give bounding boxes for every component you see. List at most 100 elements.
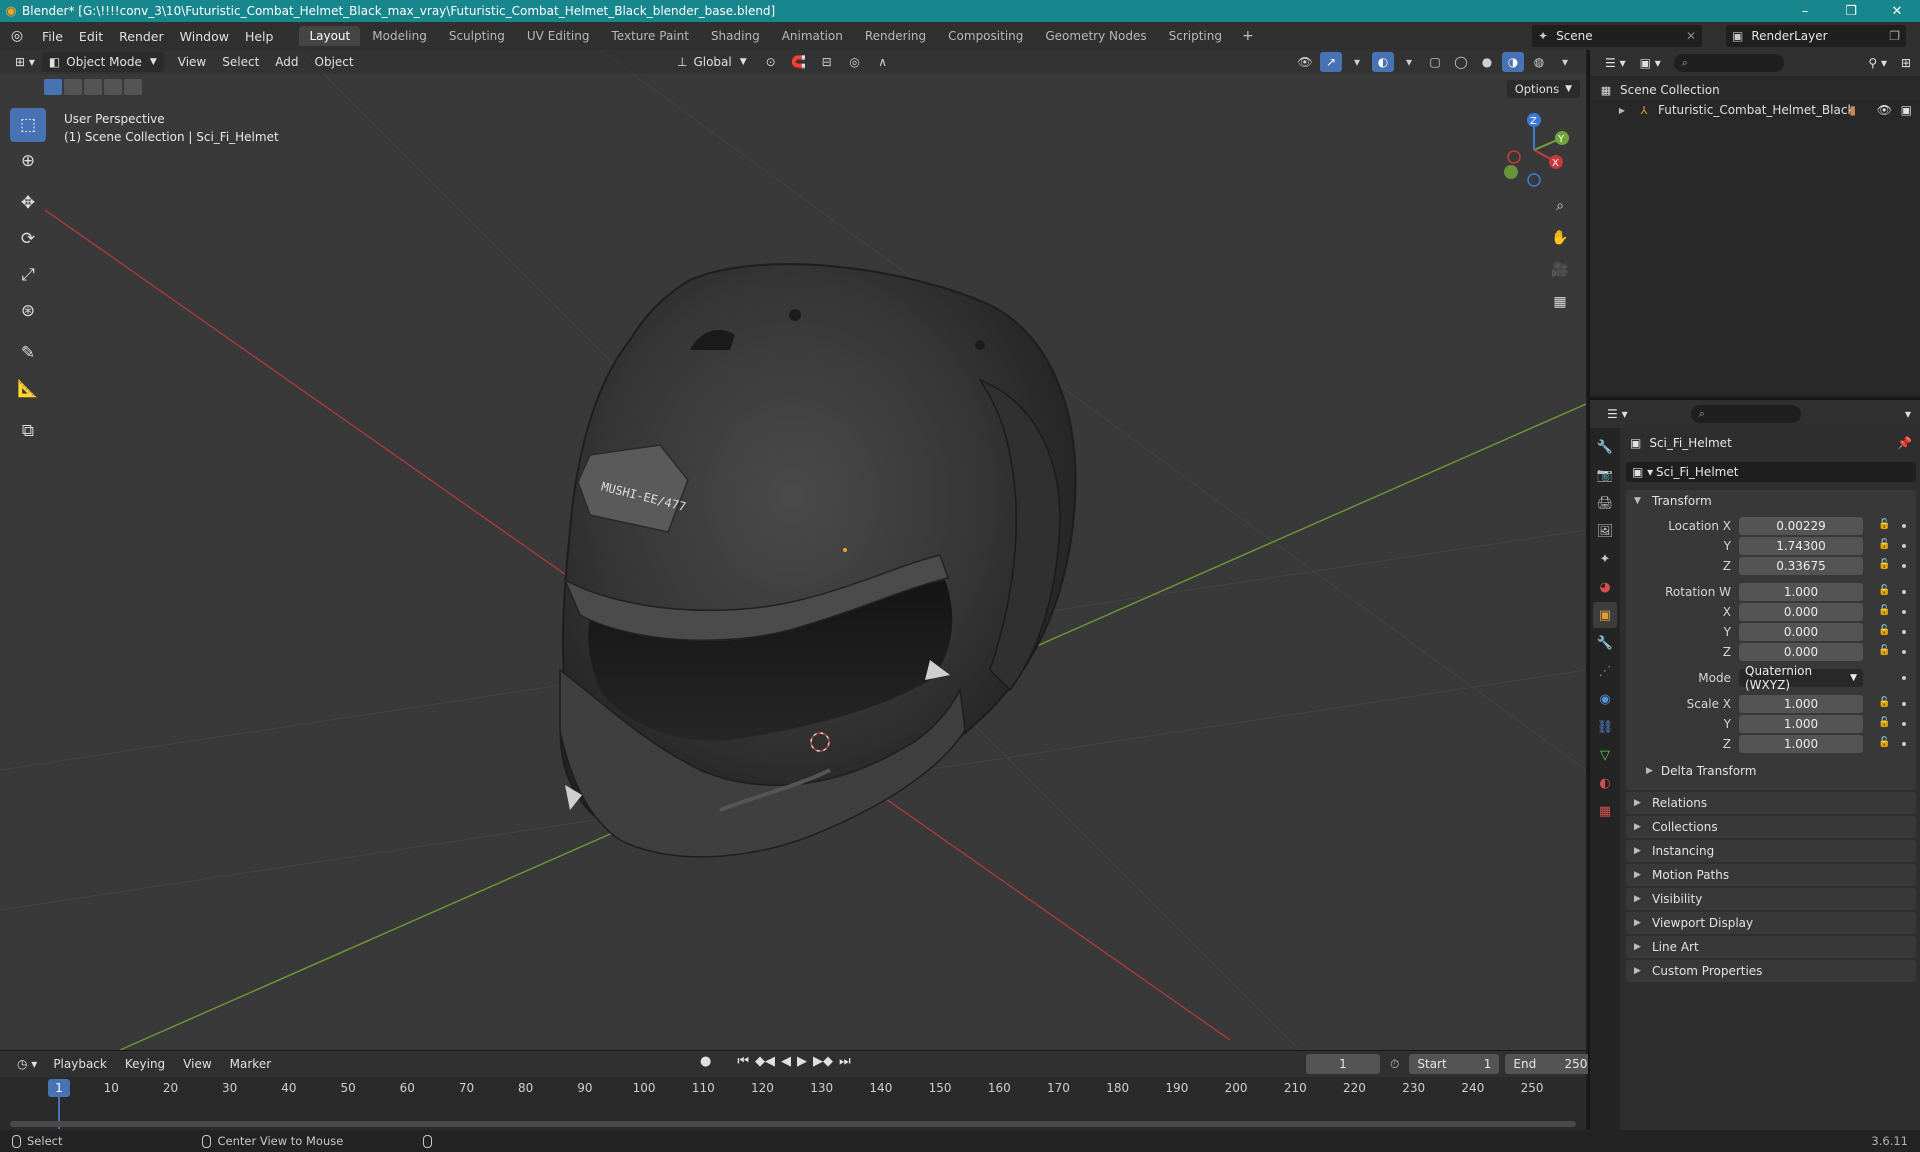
rotation-w-field[interactable]: 1.000 <box>1739 583 1863 601</box>
lock-icon[interactable]: 🔓 <box>1878 697 1890 708</box>
jump-start-icon[interactable]: ⏮ <box>737 1054 749 1069</box>
viewport-menu-add[interactable]: Add <box>267 55 306 69</box>
jump-end-icon[interactable]: ⏭ <box>839 1054 851 1069</box>
lock-icon[interactable]: 🔓 <box>1878 559 1890 570</box>
timeline-scrollbar[interactable] <box>10 1121 1576 1127</box>
outliner-scene-collection[interactable]: ▦ Scene Collection <box>1590 80 1920 100</box>
object-tab-icon[interactable]: ▣ <box>1593 602 1617 628</box>
rotation-z-field[interactable]: 0.000 <box>1739 643 1863 661</box>
timeline-ruler[interactable]: 1 10 20 30 40 50 60 70 80 90 100 110 120 130 140 150 16… <box>0 1077 1586 1099</box>
overlay-dropdown-icon[interactable]: ▾ <box>1398 52 1420 72</box>
rendered-shading-icon[interactable]: ◍ <box>1528 52 1550 72</box>
lock-icon[interactable]: 🔓 <box>1878 625 1890 636</box>
rotation-y-field[interactable]: 0.000 <box>1739 623 1863 641</box>
data-tab-icon[interactable]: ▽ <box>1593 742 1617 768</box>
gizmo-toggle-icon[interactable]: ↗ <box>1320 52 1342 72</box>
keyframe-dot-icon[interactable] <box>1902 722 1906 726</box>
keyframe-dot-icon[interactable] <box>1902 650 1906 654</box>
menu-file[interactable]: File <box>34 22 71 50</box>
filter-icon[interactable]: ⚲ ▾ <box>1861 53 1894 73</box>
helmet-model[interactable]: MUSHI-EE/477 <box>559 263 1077 858</box>
play-reverse-icon[interactable]: ◀ <box>781 1054 791 1069</box>
eye-icon[interactable]: 👁 <box>1877 103 1892 117</box>
lock-icon[interactable]: 🔓 <box>1878 717 1890 728</box>
xray-toggle-icon[interactable]: ▢ <box>1424 52 1446 72</box>
close-button[interactable]: ✕ <box>1874 0 1920 22</box>
tab-sculpting[interactable]: Sculpting <box>439 26 515 46</box>
outliner-search-input[interactable]: ⌕ <box>1673 54 1784 72</box>
falloff-icon[interactable]: ∧ <box>872 52 894 72</box>
timeline-editor-type-button[interactable]: ◷ ▾ <box>10 1054 44 1074</box>
wireframe-shading-icon[interactable]: ◯ <box>1450 52 1472 72</box>
scene-selector[interactable]: ✦ Scene ✕ <box>1532 25 1702 47</box>
add-cube-tool-icon[interactable]: ⧉ <box>10 414 46 448</box>
keyframe-dot-icon[interactable] <box>1902 630 1906 634</box>
world-tab-icon[interactable]: ◕ <box>1593 574 1617 600</box>
editor-type-button[interactable]: ⊞ ▾ <box>8 52 42 72</box>
annotate-tool-icon[interactable]: ✎ <box>10 336 46 370</box>
select-extend-icon[interactable] <box>64 79 82 95</box>
motion-paths-panel[interactable]: ▶ Motion Paths <box>1626 864 1916 886</box>
constraints-tab-icon[interactable]: ⛓ <box>1593 714 1617 740</box>
viewport-menu-select[interactable]: Select <box>214 55 267 69</box>
visibility-panel[interactable]: ▶ Visibility <box>1626 888 1916 910</box>
mode-dropdown[interactable]: ◧ Object Mode ▼ <box>41 52 164 72</box>
tab-uv-editing[interactable]: UV Editing <box>517 26 600 46</box>
lock-icon[interactable]: 🔓 <box>1878 519 1890 530</box>
camera-view-icon[interactable]: 🎥 <box>1548 258 1572 282</box>
pan-hand-icon[interactable]: ✋ <box>1548 226 1572 250</box>
select-invert-icon[interactable] <box>104 79 122 95</box>
tab-scripting[interactable]: Scripting <box>1159 26 1232 46</box>
menu-render[interactable]: Render <box>111 22 172 50</box>
shading-dropdown-icon[interactable]: ▾ <box>1554 52 1576 72</box>
expand-chevron-icon[interactable]: ▶ <box>1614 102 1630 118</box>
proportional-edit-icon[interactable]: ◎ <box>844 52 866 72</box>
location-z-field[interactable]: 0.33675 <box>1739 557 1863 575</box>
timeline-menu-playback[interactable]: Playback <box>44 1057 116 1071</box>
transform-tool-icon[interactable]: ⊛ <box>10 294 46 328</box>
copy-icon[interactable]: ❐ <box>1889 29 1900 43</box>
lock-icon[interactable]: 🔓 <box>1878 605 1890 616</box>
viewport-display-panel[interactable]: ▶ Viewport Display <box>1626 912 1916 934</box>
output-tab-icon[interactable]: 🖨 <box>1593 490 1617 516</box>
material-tab-icon[interactable]: ◐ <box>1593 770 1617 796</box>
transform-panel-header[interactable]: ▼ Transform <box>1626 490 1916 512</box>
tab-animation[interactable]: Animation <box>772 26 853 46</box>
collections-panel[interactable]: ▶ Collections <box>1626 816 1916 838</box>
lock-icon[interactable]: 🔓 <box>1878 645 1890 656</box>
outliner-editor-type-button[interactable]: ☰ ▾ <box>1598 53 1633 73</box>
overlay-toggle-icon[interactable]: ◐ <box>1372 52 1394 72</box>
next-keyframe-icon[interactable]: ▶◆ <box>813 1054 833 1069</box>
tab-compositing[interactable]: Compositing <box>938 26 1033 46</box>
keyframe-dot-icon[interactable] <box>1902 610 1906 614</box>
view-layer-tab-icon[interactable]: 🖼 <box>1593 518 1617 544</box>
tab-shading[interactable]: Shading <box>701 26 770 46</box>
tab-geometry-nodes[interactable]: Geometry Nodes <box>1035 26 1156 46</box>
options-dropdown[interactable]: Options ▼ <box>1506 80 1580 98</box>
current-frame-indicator[interactable]: 1 <box>48 1079 70 1097</box>
3d-viewport[interactable]: MUSHI-EE/477 ⊞ ▾ ◧ Object Mode ▼ View Se… <box>0 50 1586 1050</box>
snap-icon[interactable]: 🧲 <box>788 52 810 72</box>
line-art-panel[interactable]: ▶ Line Art <box>1626 936 1916 958</box>
tab-rendering[interactable]: Rendering <box>855 26 936 46</box>
relations-panel[interactable]: ▶ Relations <box>1626 792 1916 814</box>
maximize-button[interactable]: ❐ <box>1828 0 1874 22</box>
timeline-menu-view[interactable]: View <box>174 1057 220 1071</box>
rotation-x-field[interactable]: 0.000 <box>1739 603 1863 621</box>
scene-tab-icon[interactable]: ✦ <box>1593 546 1617 572</box>
tab-texture-paint[interactable]: Texture Paint <box>602 26 699 46</box>
zoom-icon[interactable]: ⌕ <box>1548 194 1572 218</box>
new-collection-icon[interactable]: ⊞ <box>1894 53 1918 73</box>
keyframe-dot-icon[interactable] <box>1902 742 1906 746</box>
keyframe-dot-icon[interactable] <box>1902 590 1906 594</box>
render-tab-icon[interactable]: 📷 <box>1593 462 1617 488</box>
particles-tab-icon[interactable]: ⋰ <box>1593 658 1617 684</box>
add-workspace-button[interactable]: + <box>1234 28 1262 44</box>
pivot-point-icon[interactable]: ⊙ <box>760 52 782 72</box>
physics-tab-icon[interactable]: ◉ <box>1593 686 1617 712</box>
keyframe-dot-icon[interactable] <box>1902 544 1906 548</box>
transform-orientation-dropdown[interactable]: ⊥ Global ▼ <box>670 52 754 72</box>
viewport-menu-view[interactable]: View <box>170 55 214 69</box>
visibility-icon[interactable]: 👁 <box>1294 52 1316 72</box>
keyframe-dot-icon[interactable] <box>1902 524 1906 528</box>
